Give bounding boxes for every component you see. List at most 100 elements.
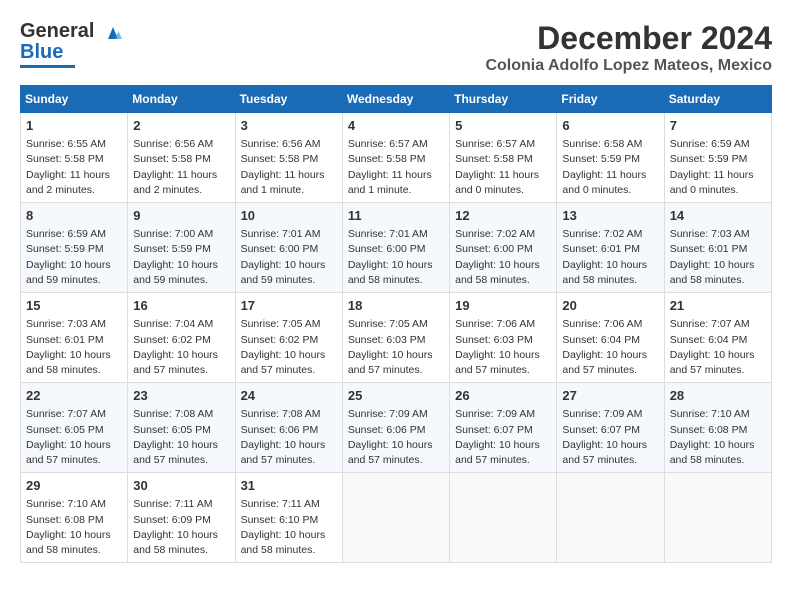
calendar-cell <box>342 473 449 563</box>
calendar-cell: 25 Sunrise: 7:09 AM Sunset: 6:06 PM Dayl… <box>342 383 449 473</box>
day-number: 24 <box>241 387 337 405</box>
calendar-cell: 28 Sunrise: 7:10 AM Sunset: 6:08 PM Dayl… <box>664 383 771 473</box>
calendar-cell: 17 Sunrise: 7:05 AM Sunset: 6:02 PM Dayl… <box>235 293 342 383</box>
day-number: 20 <box>562 297 658 315</box>
calendar-cell: 18 Sunrise: 7:05 AM Sunset: 6:03 PM Dayl… <box>342 293 449 383</box>
col-header-tuesday: Tuesday <box>235 86 342 113</box>
calendar-cell: 3 Sunrise: 6:56 AM Sunset: 5:58 PM Dayli… <box>235 113 342 203</box>
day-number: 18 <box>348 297 444 315</box>
day-number: 15 <box>26 297 122 315</box>
cell-content: Sunrise: 7:04 AM Sunset: 6:02 PM Dayligh… <box>133 317 229 378</box>
day-number: 12 <box>455 207 551 225</box>
cell-content: Sunrise: 7:01 AM Sunset: 6:00 PM Dayligh… <box>241 227 337 288</box>
day-number: 17 <box>241 297 337 315</box>
calendar-week-row: 22 Sunrise: 7:07 AM Sunset: 6:05 PM Dayl… <box>21 383 772 473</box>
day-number: 25 <box>348 387 444 405</box>
day-number: 27 <box>562 387 658 405</box>
cell-content: Sunrise: 7:03 AM Sunset: 6:01 PM Dayligh… <box>670 227 766 288</box>
calendar-cell: 26 Sunrise: 7:09 AM Sunset: 6:07 PM Dayl… <box>450 383 557 473</box>
logo: General Blue <box>20 20 124 68</box>
col-header-monday: Monday <box>128 86 235 113</box>
calendar-cell: 14 Sunrise: 7:03 AM Sunset: 6:01 PM Dayl… <box>664 203 771 293</box>
calendar-cell: 6 Sunrise: 6:58 AM Sunset: 5:59 PM Dayli… <box>557 113 664 203</box>
calendar-cell <box>557 473 664 563</box>
col-header-saturday: Saturday <box>664 86 771 113</box>
cell-content: Sunrise: 7:10 AM Sunset: 6:08 PM Dayligh… <box>670 407 766 468</box>
calendar-cell: 7 Sunrise: 6:59 AM Sunset: 5:59 PM Dayli… <box>664 113 771 203</box>
col-header-sunday: Sunday <box>21 86 128 113</box>
cell-content: Sunrise: 6:55 AM Sunset: 5:58 PM Dayligh… <box>26 137 122 198</box>
calendar-cell: 1 Sunrise: 6:55 AM Sunset: 5:58 PM Dayli… <box>21 113 128 203</box>
calendar-cell: 23 Sunrise: 7:08 AM Sunset: 6:05 PM Dayl… <box>128 383 235 473</box>
cell-content: Sunrise: 7:07 AM Sunset: 6:04 PM Dayligh… <box>670 317 766 378</box>
calendar-cell: 15 Sunrise: 7:03 AM Sunset: 6:01 PM Dayl… <box>21 293 128 383</box>
calendar-week-row: 1 Sunrise: 6:55 AM Sunset: 5:58 PM Dayli… <box>21 113 772 203</box>
col-header-friday: Friday <box>557 86 664 113</box>
calendar-cell: 4 Sunrise: 6:57 AM Sunset: 5:58 PM Dayli… <box>342 113 449 203</box>
calendar-week-row: 15 Sunrise: 7:03 AM Sunset: 6:01 PM Dayl… <box>21 293 772 383</box>
day-number: 2 <box>133 117 229 135</box>
cell-content: Sunrise: 7:07 AM Sunset: 6:05 PM Dayligh… <box>26 407 122 468</box>
cell-content: Sunrise: 7:11 AM Sunset: 6:10 PM Dayligh… <box>241 497 337 558</box>
cell-content: Sunrise: 6:58 AM Sunset: 5:59 PM Dayligh… <box>562 137 658 198</box>
col-header-thursday: Thursday <box>450 86 557 113</box>
calendar-cell: 10 Sunrise: 7:01 AM Sunset: 6:00 PM Dayl… <box>235 203 342 293</box>
calendar-cell: 30 Sunrise: 7:11 AM Sunset: 6:09 PM Dayl… <box>128 473 235 563</box>
calendar-cell: 24 Sunrise: 7:08 AM Sunset: 6:06 PM Dayl… <box>235 383 342 473</box>
cell-content: Sunrise: 7:00 AM Sunset: 5:59 PM Dayligh… <box>133 227 229 288</box>
day-number: 5 <box>455 117 551 135</box>
day-number: 9 <box>133 207 229 225</box>
calendar-cell: 13 Sunrise: 7:02 AM Sunset: 6:01 PM Dayl… <box>557 203 664 293</box>
day-number: 8 <box>26 207 122 225</box>
title-block: December 2024 Colonia Adolfo Lopez Mateo… <box>485 20 772 75</box>
day-number: 26 <box>455 387 551 405</box>
day-number: 11 <box>348 207 444 225</box>
cell-content: Sunrise: 7:02 AM Sunset: 6:00 PM Dayligh… <box>455 227 551 288</box>
logo-icon <box>102 21 124 43</box>
logo-blue-text: Blue <box>20 41 63 64</box>
calendar-cell <box>450 473 557 563</box>
cell-content: Sunrise: 7:02 AM Sunset: 6:01 PM Dayligh… <box>562 227 658 288</box>
day-number: 19 <box>455 297 551 315</box>
day-number: 14 <box>670 207 766 225</box>
calendar-cell: 21 Sunrise: 7:07 AM Sunset: 6:04 PM Dayl… <box>664 293 771 383</box>
cell-content: Sunrise: 7:06 AM Sunset: 6:04 PM Dayligh… <box>562 317 658 378</box>
cell-content: Sunrise: 6:56 AM Sunset: 5:58 PM Dayligh… <box>241 137 337 198</box>
calendar-cell: 11 Sunrise: 7:01 AM Sunset: 6:00 PM Dayl… <box>342 203 449 293</box>
calendar-cell: 9 Sunrise: 7:00 AM Sunset: 5:59 PM Dayli… <box>128 203 235 293</box>
cell-content: Sunrise: 7:11 AM Sunset: 6:09 PM Dayligh… <box>133 497 229 558</box>
day-number: 3 <box>241 117 337 135</box>
calendar-header-row: SundayMondayTuesdayWednesdayThursdayFrid… <box>21 86 772 113</box>
day-number: 30 <box>133 477 229 495</box>
day-number: 31 <box>241 477 337 495</box>
calendar-cell: 20 Sunrise: 7:06 AM Sunset: 6:04 PM Dayl… <box>557 293 664 383</box>
cell-content: Sunrise: 6:57 AM Sunset: 5:58 PM Dayligh… <box>348 137 444 198</box>
cell-content: Sunrise: 7:09 AM Sunset: 6:07 PM Dayligh… <box>562 407 658 468</box>
calendar-cell: 27 Sunrise: 7:09 AM Sunset: 6:07 PM Dayl… <box>557 383 664 473</box>
calendar-week-row: 29 Sunrise: 7:10 AM Sunset: 6:08 PM Dayl… <box>21 473 772 563</box>
calendar-cell: 31 Sunrise: 7:11 AM Sunset: 6:10 PM Dayl… <box>235 473 342 563</box>
day-number: 6 <box>562 117 658 135</box>
day-number: 4 <box>348 117 444 135</box>
cell-content: Sunrise: 7:09 AM Sunset: 6:06 PM Dayligh… <box>348 407 444 468</box>
day-number: 13 <box>562 207 658 225</box>
cell-content: Sunrise: 7:01 AM Sunset: 6:00 PM Dayligh… <box>348 227 444 288</box>
day-number: 23 <box>133 387 229 405</box>
cell-content: Sunrise: 7:06 AM Sunset: 6:03 PM Dayligh… <box>455 317 551 378</box>
calendar-cell: 5 Sunrise: 6:57 AM Sunset: 5:58 PM Dayli… <box>450 113 557 203</box>
cell-content: Sunrise: 7:08 AM Sunset: 6:05 PM Dayligh… <box>133 407 229 468</box>
calendar-cell: 8 Sunrise: 6:59 AM Sunset: 5:59 PM Dayli… <box>21 203 128 293</box>
day-number: 1 <box>26 117 122 135</box>
calendar-week-row: 8 Sunrise: 6:59 AM Sunset: 5:59 PM Dayli… <box>21 203 772 293</box>
calendar-cell: 16 Sunrise: 7:04 AM Sunset: 6:02 PM Dayl… <box>128 293 235 383</box>
cell-content: Sunrise: 6:56 AM Sunset: 5:58 PM Dayligh… <box>133 137 229 198</box>
day-number: 28 <box>670 387 766 405</box>
cell-content: Sunrise: 7:10 AM Sunset: 6:08 PM Dayligh… <box>26 497 122 558</box>
day-number: 21 <box>670 297 766 315</box>
cell-content: Sunrise: 6:59 AM Sunset: 5:59 PM Dayligh… <box>670 137 766 198</box>
calendar-cell: 12 Sunrise: 7:02 AM Sunset: 6:00 PM Dayl… <box>450 203 557 293</box>
day-number: 16 <box>133 297 229 315</box>
cell-content: Sunrise: 7:05 AM Sunset: 6:02 PM Dayligh… <box>241 317 337 378</box>
calendar-cell: 19 Sunrise: 7:06 AM Sunset: 6:03 PM Dayl… <box>450 293 557 383</box>
col-header-wednesday: Wednesday <box>342 86 449 113</box>
